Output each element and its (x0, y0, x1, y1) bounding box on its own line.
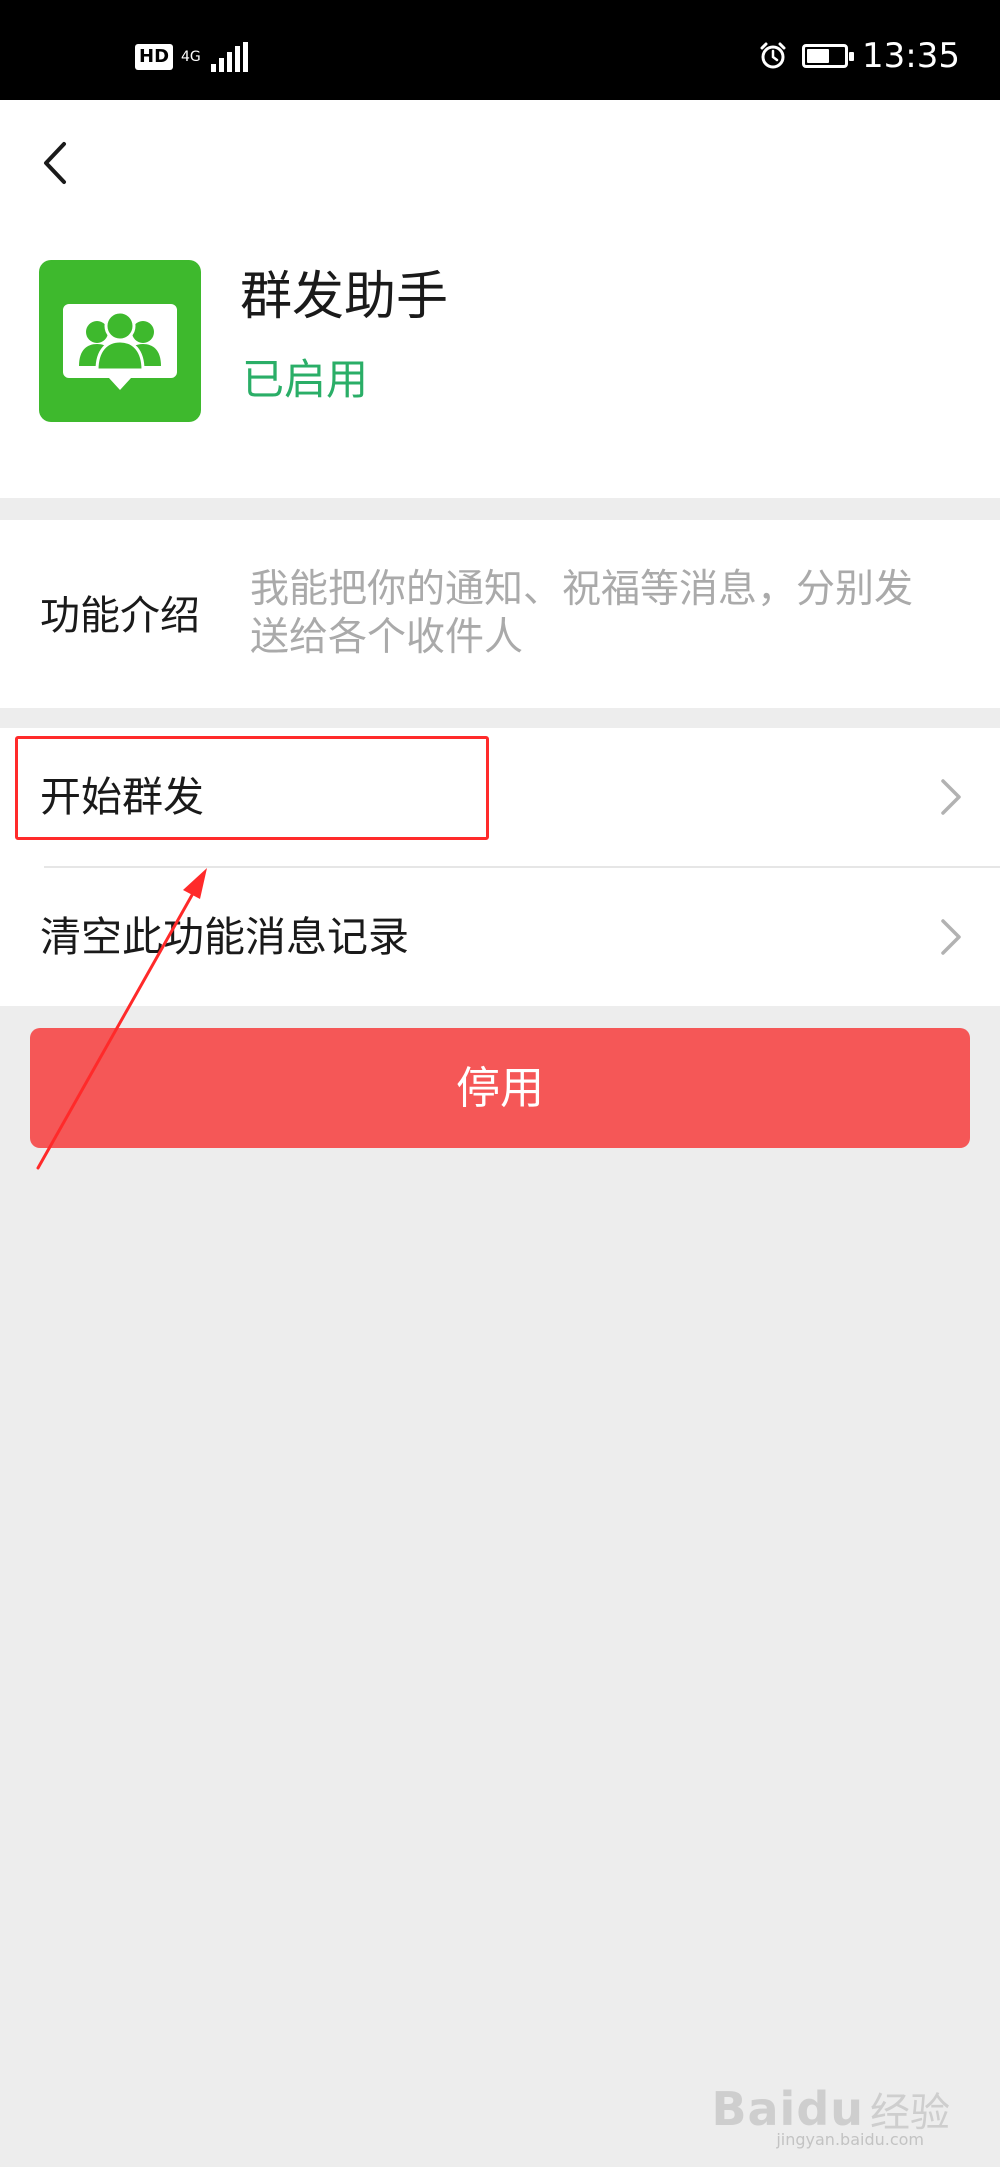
app-enabled-status: 已启用 (242, 355, 369, 404)
status-bar: HD 4G 13:35 (0, 0, 1000, 100)
feature-intro-section: 功能介绍 我能把你的通知、祝福等消息，分别发送给各个收件人 (0, 520, 1000, 708)
battery-icon (802, 44, 855, 68)
feature-intro-description: 我能把你的通知、祝福等消息，分别发送给各个收件人 (250, 567, 914, 660)
alarm-icon (760, 42, 786, 69)
watermark-brand: Baidu (711, 2082, 864, 2136)
watermark-url: jingyan.baidu.com (776, 2130, 924, 2149)
chevron-right-icon (941, 919, 961, 955)
back-arrow-icon[interactable] (36, 138, 76, 188)
feature-intro-label: 功能介绍 (40, 593, 200, 639)
chevron-right-icon (941, 779, 961, 815)
status-right: 13:35 (758, 36, 960, 76)
hd-badge: HD (135, 44, 174, 70)
clear-history-label: 清空此功能消息记录 (40, 913, 409, 961)
app-name: 群发助手 (240, 267, 449, 327)
group-people-icon (63, 304, 177, 390)
disable-button[interactable]: 停用 (30, 1028, 970, 1148)
tutorial-highlight-box (15, 736, 489, 840)
app-header: 群发助手 已启用 (0, 100, 1000, 498)
network-type: 4G (181, 49, 201, 65)
signal-icon (210, 42, 248, 72)
clear-history-row[interactable]: 清空此功能消息记录 (0, 868, 1000, 1006)
group-send-app-icon (39, 260, 201, 422)
status-time: 13:35 (862, 36, 960, 76)
status-left: HD 4G (135, 42, 248, 72)
